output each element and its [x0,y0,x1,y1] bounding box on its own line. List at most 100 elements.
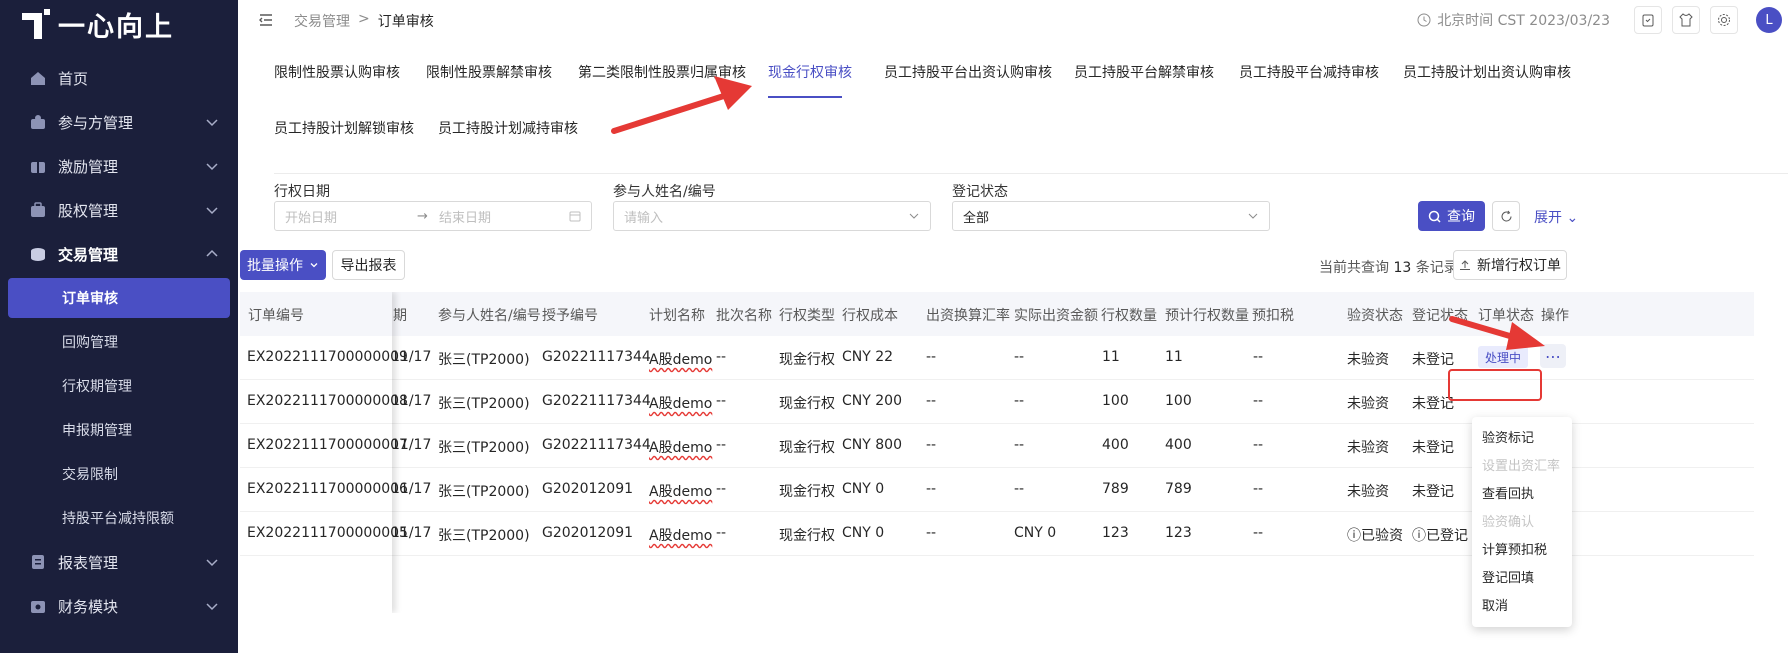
cell-actual-amount: -- [1014,481,1025,497]
sidebar-item-reports[interactable]: 报表管理 [0,540,238,584]
cell-participant: 张三(TP2000) [438,528,530,544]
new-order-label: 新增行权订单 [1477,258,1561,274]
sidebar-item-finance[interactable]: 财务模块 [0,584,238,628]
menu-item-calc-tax[interactable]: 计算预扣税 [1482,539,1547,558]
sidebar-item-incentive[interactable]: 激励管理 [0,144,238,188]
tab-plan-reduce[interactable]: 员工持股计划减持审核 [438,118,578,138]
tab-restricted-subscribe[interactable]: 限制性股票认购审核 [274,62,400,82]
cell-order-no: EX2022111700000007 [247,437,408,453]
register-status-select[interactable]: 全部 [952,201,1270,231]
batch-operation-button[interactable]: 批量操作 [240,250,326,280]
col-grant-no: 授予编号 [542,308,598,324]
tab-type2-vesting[interactable]: 第二类限制性股票归属审核 [578,62,746,82]
sidebar-item-label: 报表管理 [58,553,119,572]
menu-item-cancel[interactable]: 取消 [1482,595,1508,614]
calendar-icon [569,211,581,222]
summary-suffix: 条记录 [1415,260,1458,276]
chevron-down-icon [206,163,218,171]
more-icon: ⋯ [1545,346,1561,366]
sidebar-item-participants[interactable]: 参与方管理 [0,100,238,144]
expand-label: 展开 [1534,210,1562,226]
cell-actual-amount: CNY 0 [1014,525,1057,541]
cell-verify-status: 未验资 [1347,352,1389,368]
sidebar-item-home[interactable]: 首页 [0,56,238,100]
tab-plan-subscribe[interactable]: 员工持股计划出资认购审核 [1403,62,1571,82]
shirt-button[interactable] [1672,6,1700,34]
cell-batch-name: -- [716,481,727,497]
cell-expected-qty: 789 [1165,481,1192,497]
tab-platform-subscribe[interactable]: 员工持股平台出资认购审核 [884,62,1052,82]
cell-fx-rate: -- [926,437,937,453]
chevron-down-icon [206,559,218,567]
sidebar-item-label: 交易管理 [58,245,119,264]
menu-item-set-fx-rate: 设置出资汇率 [1482,459,1561,474]
tab-plan-unlock[interactable]: 员工持股计划解锁审核 [274,118,414,138]
menu-collapse-icon[interactable] [258,12,274,28]
more-actions-button[interactable]: ⋯ [1540,344,1566,368]
avatar[interactable]: L [1756,7,1782,33]
expand-link[interactable]: 展开 ⌄ [1534,207,1578,227]
menu-item-register-backfill[interactable]: 登记回填 [1482,567,1534,586]
sidebar-subitem-order-review[interactable]: 订单审核 [8,278,230,318]
cell-plan-name: A股demo [649,396,713,412]
cell-grant-no: G202012091 [542,481,634,497]
tab-platform-unlock[interactable]: 员工持股平台解禁审核 [1074,62,1214,82]
tab-platform-reduce[interactable]: 员工持股平台减持审核 [1239,62,1379,82]
sidebar-item-label: 股权管理 [58,201,119,220]
logo[interactable]: 一心向上 [22,6,174,43]
register-status-value: 全部 [963,210,990,226]
menu-item-verify-mark[interactable]: 验资标记 [1482,427,1534,446]
top-right-tools: 北京时间 CST 2023/03/23 L [1417,0,1788,40]
gear-icon [1718,14,1730,26]
cell-register-status: ⓘ已登记 [1412,525,1468,545]
settings-button[interactable] [1710,6,1738,34]
cell-batch-name: -- [716,437,727,453]
chevron-down-icon [1248,213,1258,219]
cell-batch-name: -- [716,525,727,541]
cell-actual-amount: -- [1014,349,1025,365]
cell-plan-name: A股demo [649,440,713,456]
menu-item-view-receipt[interactable]: 查看回执 [1482,483,1534,502]
query-button[interactable]: 查询 [1418,201,1485,231]
cell-date: 11/17 [391,393,432,409]
breadcrumb: 交易管理 > 订单审核 [294,11,434,31]
clipboard-button[interactable] [1634,6,1662,34]
sidebar-item-trading[interactable]: 交易管理 [0,232,238,276]
sidebar-subitem-buyback[interactable]: 回购管理 [0,320,238,364]
sidebar-subitem-platform-reduce-limit[interactable]: 持股平台减持限额 [0,496,238,540]
new-exercise-order-button[interactable]: 新增行权订单 [1453,250,1567,280]
export-report-button[interactable]: 导出报表 [332,250,405,280]
date-range-picker[interactable]: 开始日期 → 结束日期 [274,201,592,231]
cell-verify-status: 未验资 [1347,484,1389,500]
col-exercise-qty: 行权数量 [1101,308,1157,324]
cell-exercise-qty: 100 [1102,393,1129,409]
cell-expected-qty: 400 [1165,437,1192,453]
sidebar-item-equity[interactable]: 股权管理 [0,188,238,232]
clock-icon [1417,13,1431,27]
cell-actual-amount: -- [1014,393,1025,409]
sidebar-subitem-trading-limit[interactable]: 交易限制 [0,452,238,496]
col-order-no: 订单编号 [248,308,304,324]
sidebar-subitem-exercise-period[interactable]: 行权期管理 [0,364,238,408]
cell-exercise-type: 现金行权 [779,484,835,500]
cell-date: 11/17 [391,349,432,365]
col-register-status: 登记状态 [1412,308,1468,324]
col-expected-qty: 预计行权数量 [1165,308,1249,324]
cell-date: 11/17 [391,437,432,453]
cell-exercise-type: 现金行权 [779,396,835,412]
participant-placeholder: 请输入 [624,210,664,226]
col-participant: 参与人姓名/编号 [438,308,541,324]
sidebar-item-label: 首页 [58,69,89,88]
cell-actual-amount: -- [1014,437,1025,453]
tab-restricted-unlock[interactable]: 限制性股票解禁审核 [426,62,552,82]
cell-withholding-tax: -- [1253,437,1264,453]
breadcrumb-item[interactable]: 交易管理 [294,11,350,31]
cell-register-status: 未登记 [1412,484,1454,500]
sidebar-subitem-declaration-period[interactable]: 申报期管理 [0,408,238,452]
tab-cash-exercise[interactable]: 现金行权审核 [768,62,852,82]
chevron-down-icon [206,207,218,215]
participant-input[interactable]: 请输入 [613,201,931,231]
cell-batch-name: -- [716,349,727,365]
col-fx-rate: 出资换算汇率 [926,308,1010,324]
reset-button[interactable] [1492,201,1520,231]
